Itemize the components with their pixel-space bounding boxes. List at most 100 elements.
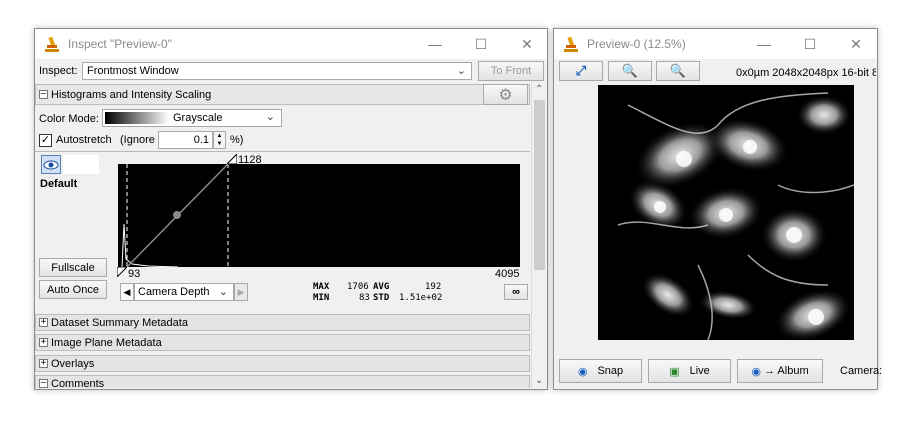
- max-stat-label: MAX: [313, 282, 330, 292]
- inspect-titlebar[interactable]: Inspect "Preview-0" — ☐ ✕: [35, 29, 547, 59]
- microscope-icon: [563, 35, 579, 53]
- album-button[interactable]: ◉ → Album: [737, 359, 823, 383]
- chevron-down-icon: ⌄: [265, 111, 275, 123]
- video-icon: ▣: [669, 365, 680, 378]
- fullscale-button[interactable]: Fullscale: [39, 258, 107, 277]
- collapse-icon[interactable]: –: [39, 90, 48, 99]
- image-plane-header[interactable]: + Image Plane Metadata: [35, 334, 530, 351]
- zoom-in-icon: 🔍: [621, 63, 639, 78]
- scroll-down-icon[interactable]: ⌄: [535, 375, 543, 386]
- grayscale-gradient: [105, 112, 169, 124]
- fullscreen-icon: ⤢: [575, 63, 587, 78]
- album-icon: ◉: [751, 365, 761, 378]
- zoom-in-button[interactable]: 🔍: [608, 61, 652, 81]
- auto-once-button[interactable]: Auto Once: [39, 280, 107, 299]
- max-handle-icon[interactable]: [227, 154, 237, 164]
- to-front-label: To Front: [490, 65, 532, 77]
- maximize-button[interactable]: ☐: [458, 29, 504, 59]
- gamma-handle: [173, 211, 181, 219]
- zoom-out-icon: 🔍: [669, 63, 687, 78]
- min-stat-value: 83: [359, 293, 370, 303]
- histogram-plot[interactable]: [118, 164, 520, 267]
- inspect-label: Inspect:: [39, 65, 78, 77]
- zoom-out-button[interactable]: 🔍: [656, 61, 700, 81]
- avg-stat-value: 192: [425, 282, 442, 292]
- to-front-button[interactable]: To Front: [478, 61, 544, 81]
- album-label: → Album: [763, 365, 809, 377]
- std-stat-label: STD: [373, 293, 390, 303]
- settings-gear-button[interactable]: ⚙: [483, 84, 528, 105]
- depth-left-arrow[interactable]: ◀: [120, 283, 134, 301]
- divider: [35, 151, 530, 152]
- expand-icon[interactable]: +: [39, 359, 48, 368]
- close-button[interactable]: ✕: [504, 29, 550, 59]
- minimize-button[interactable]: —: [412, 29, 458, 59]
- overlays-header[interactable]: + Overlays: [35, 355, 530, 372]
- image-info: 0x0µm 2048x2048px 16-bit 8: [736, 67, 876, 79]
- microscope-icon: [44, 35, 60, 53]
- expand-icon[interactable]: +: [39, 338, 48, 347]
- chevron-down-icon: ⌄: [218, 286, 228, 298]
- comments-header[interactable]: – Comments: [35, 375, 530, 388]
- snap-button[interactable]: ◉ Snap: [559, 359, 642, 383]
- inspect-window: Inspect "Preview-0" — ☐ ✕ Inspect: Front…: [34, 28, 548, 390]
- depth-right-arrow[interactable]: ▶: [234, 283, 248, 301]
- autostretch-checkbox[interactable]: ✓: [39, 134, 52, 147]
- link-icon: ∞: [512, 286, 520, 298]
- channel-color-swatch[interactable]: [63, 155, 99, 174]
- hist-section-header[interactable]: – Histograms and Intensity Scaling: [35, 84, 530, 105]
- min-handle-icon[interactable]: [117, 267, 127, 277]
- microscopy-image[interactable]: [598, 85, 854, 340]
- hist-section-title: Histograms and Intensity Scaling: [51, 88, 212, 101]
- ignore-label: (Ignore: [120, 134, 155, 146]
- fullscale-label: Fullscale: [51, 261, 95, 274]
- inspector-scroll-area: – Histograms and Intensity Scaling ⚙ Col…: [35, 82, 547, 388]
- section-title: Image Plane Metadata: [51, 336, 162, 349]
- default-label: Default: [40, 178, 78, 190]
- maximize-button[interactable]: ☐: [787, 29, 833, 59]
- autostretch-label: Autostretch: [56, 134, 112, 146]
- live-button[interactable]: ▣ Live: [648, 359, 731, 383]
- fullscreen-button[interactable]: ⤢: [559, 61, 603, 81]
- color-mode-value: Grayscale: [173, 112, 223, 124]
- section-title: Overlays: [51, 357, 95, 370]
- expand-icon[interactable]: +: [39, 318, 48, 327]
- color-mode-dropdown[interactable]: Grayscale ⌄: [102, 109, 282, 127]
- inspect-title: Inspect "Preview-0": [68, 37, 172, 51]
- section-title: Dataset Summary Metadata: [51, 316, 188, 329]
- max-stat-value: 1706: [347, 282, 369, 292]
- section-title: Comments: [51, 377, 105, 389]
- eye-toggle-button[interactable]: [41, 155, 61, 174]
- preview-window: Preview-0 (12.5%) — ☐ ✕ ⤢ 🔍 🔍 0x0µm 2048…: [553, 28, 882, 390]
- ignore-percent-input[interactable]: 0.1: [158, 131, 213, 149]
- minimize-button[interactable]: —: [741, 29, 787, 59]
- percent-label: %): [230, 134, 244, 146]
- scroll-up-icon[interactable]: ⌃: [535, 84, 543, 95]
- camera-icon: ◉: [577, 365, 588, 378]
- cell-image-render: [617, 92, 854, 340]
- close-button[interactable]: ✕: [833, 29, 879, 59]
- snap-label: Snap: [597, 365, 624, 377]
- eye-icon: [43, 160, 59, 169]
- link-button[interactable]: ∞: [504, 284, 528, 300]
- camera-label: Camera:: [840, 365, 883, 377]
- ignore-spinner[interactable]: ▲ ▼: [213, 131, 226, 149]
- vertical-scrollbar[interactable]: ⌃ ⌄: [531, 82, 547, 388]
- camera-depth-value: Camera Depth: [138, 286, 210, 298]
- min-value-label: 93: [128, 268, 141, 280]
- camera-depth-dropdown[interactable]: Camera Depth ⌄: [134, 283, 234, 301]
- ignore-percent-value: 0.1: [193, 134, 209, 146]
- min-stat-label: MIN: [313, 293, 330, 303]
- gear-icon: ⚙: [498, 86, 513, 104]
- color-mode-label: Color Mode:: [39, 113, 99, 125]
- scroll-thumb[interactable]: [534, 100, 545, 270]
- histogram-curve: [121, 223, 179, 267]
- max-value-label: 1128: [238, 154, 262, 166]
- stats-block: MAX 1706 MIN 83 AVG 192 STD 1.51e+02: [313, 282, 443, 304]
- collapse-icon[interactable]: –: [39, 379, 48, 388]
- preview-title: Preview-0 (12.5%): [587, 37, 686, 51]
- preview-titlebar[interactable]: Preview-0 (12.5%) — ☐ ✕: [554, 29, 877, 59]
- auto-once-label: Auto Once: [47, 283, 99, 296]
- dataset-summary-header[interactable]: + Dataset Summary Metadata: [35, 314, 530, 331]
- inspect-dropdown[interactable]: Frontmost Window ⌄: [82, 62, 472, 80]
